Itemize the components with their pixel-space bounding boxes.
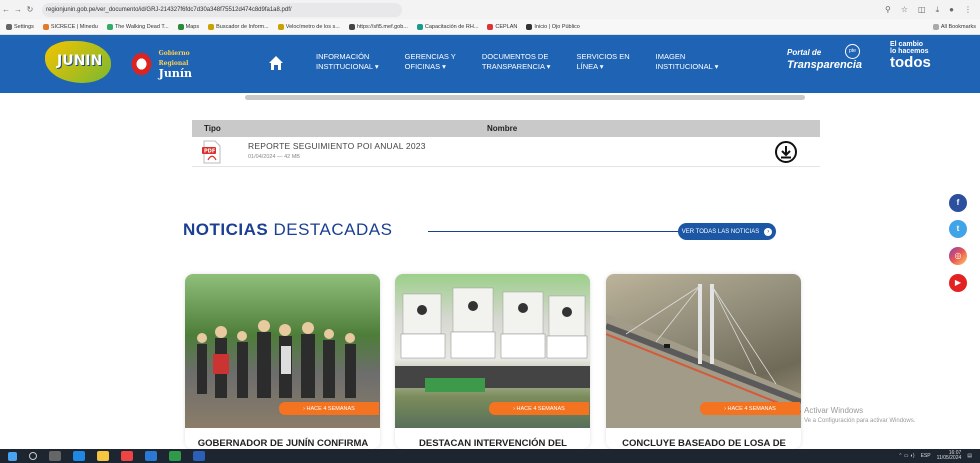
slogan: El cambio lo hacemos todos [890, 41, 931, 71]
download-icon[interactable] [774, 140, 798, 164]
url-text: regionjunin.gob.pe/ver_documento/id/GRJ-… [46, 6, 292, 13]
col-tipo: Tipo [204, 124, 221, 133]
reload-icon[interactable]: ↻ [24, 5, 36, 14]
arrow-right-icon: › [764, 227, 773, 236]
bookmark[interactable]: Inicio | Ojo Público [526, 23, 580, 30]
content-divider [245, 95, 805, 100]
instagram-icon[interactable]: ◎ [949, 247, 967, 265]
download-icon[interactable]: ⤓ [936, 5, 940, 15]
facebook-icon[interactable]: f [949, 194, 967, 212]
edge-icon[interactable] [73, 451, 85, 461]
home-icon[interactable] [268, 55, 284, 71]
time-badge: › HACE 4 SEMANAS [279, 402, 379, 415]
browser-actions: ⚲ ☆ ◫ ⤓ ● ⋮ [885, 5, 980, 15]
news-card[interactable]: › HACE 4 SEMANAS GOBERNADOR DE JUNÍN CON… [185, 274, 380, 449]
profile-icon[interactable]: ● [949, 5, 954, 15]
time-badge: › HACE 4 SEMANAS [489, 402, 589, 415]
document-meta: 01/04/2024 — 42 MB [248, 154, 300, 160]
site-header: JUNIN Gobierno Regional Junín INFORMACIÓ… [0, 35, 980, 93]
pdf-file-icon: PDF [202, 140, 221, 163]
notifications-icon[interactable]: ▤ [967, 453, 972, 459]
all-bookmarks[interactable]: All Bookmarks [932, 23, 980, 30]
bookmark[interactable]: CEPLAN [487, 23, 517, 30]
star-icon[interactable]: ☆ [901, 5, 908, 15]
table-header: Tipo Nombre [192, 120, 820, 137]
file-explorer-icon[interactable] [97, 451, 109, 461]
pte-badge-icon: pte [845, 44, 860, 59]
main-menu: INFORMACIÓN INSTITUCIONAL ▾ GERENCIAS Y OF… [316, 52, 744, 72]
svg-text:PDF: PDF [204, 148, 215, 154]
bookmarks-bar: Settings SICRECE | Minedu The Walking De… [0, 19, 980, 35]
junin-logo[interactable]: JUNIN [45, 41, 111, 83]
document-title[interactable]: REPORTE SEGUIMIENTO POI ANUAL 2023 [248, 141, 426, 151]
menu-icon[interactable]: ⋮ [964, 5, 972, 15]
bookmark[interactable]: SICRECE | Minedu [42, 23, 98, 30]
chrome-icon[interactable] [121, 451, 133, 461]
system-tray: ⌃ ▭ ◖) ESP 16:07 11/05/2024 ▤ [898, 451, 980, 461]
bookmark[interactable]: Settings [6, 23, 34, 30]
time-badge: › HACE 4 SEMANAS [700, 402, 800, 415]
news-card[interactable]: › HACE 4 SEMANAS CONCLUYE BASEADO DE LOS… [606, 274, 801, 449]
table-row[interactable]: PDF REPORTE SEGUIMIENTO POI ANUAL 2023 0… [192, 137, 820, 167]
task-view-icon[interactable] [49, 451, 61, 461]
address-bar[interactable]: regionjunin.gob.pe/ver_documento/id/GRJ-… [42, 2, 402, 17]
twitter-icon[interactable]: t [949, 220, 967, 238]
language-indicator[interactable]: ESP [921, 453, 931, 459]
news-title-line [428, 231, 678, 232]
news-card-title[interactable]: CONCLUYE BASEADO DE LOSA DE [612, 438, 796, 449]
menu-servicios-en-linea[interactable]: SERVICIOS EN LÍNEA ▾ [576, 52, 629, 72]
youtube-icon[interactable]: ▶ [949, 274, 967, 292]
bookmark[interactable]: Capacitación de RH... [416, 23, 478, 30]
tray-icons[interactable]: ⌃ ▭ ◖) [898, 453, 914, 459]
browser-toolbar: ← → ↻ regionjunin.gob.pe/ver_documento/i… [0, 0, 980, 19]
col-nombre: Nombre [487, 124, 518, 133]
view-all-news-button[interactable]: VER TODAS LAS NOTICIAS › [678, 223, 776, 240]
menu-imagen-institucional[interactable]: IMAGEN INSTITUCIONAL ▾ [656, 52, 719, 72]
bookmark[interactable]: https://sfi5.mef.gob... [348, 23, 408, 30]
menu-informacion-institucional[interactable]: INFORMACIÓN INSTITUCIONAL ▾ [316, 52, 379, 72]
windows-start-icon[interactable] [8, 451, 17, 461]
menu-documentos-transparencia[interactable]: DOCUMENTOS DE TRANSPARENCIA ▾ [482, 52, 551, 72]
bookmark[interactable]: Buscador de Inform... [208, 23, 269, 30]
menu-gerencias-oficinas[interactable]: GERENCIAS Y OFICINAS ▾ [405, 52, 456, 72]
extensions-icon[interactable]: ◫ [918, 5, 926, 15]
zoom-icon[interactable]: ⚲ [885, 5, 891, 15]
news-card-title[interactable]: DESTACAN INTERVENCIÓN DEL [401, 438, 585, 449]
clock[interactable]: 16:07 11/05/2024 [937, 451, 962, 461]
activate-windows-watermark: Activar Windows Ve a Configuración para … [804, 406, 916, 424]
gobierno-regional-logo[interactable]: Gobierno Regional Junín [130, 49, 218, 79]
bookmark[interactable]: Maps [177, 23, 199, 30]
news-section-title: NOTICIAS DESTACADAS [183, 220, 393, 239]
excel-icon[interactable] [169, 451, 181, 461]
search-icon[interactable] [29, 452, 37, 460]
documents-table: Tipo Nombre PDF REPORTE SEGUIMIENTO POI … [192, 120, 820, 167]
back-icon[interactable]: ← [0, 5, 12, 14]
screenshot: ← → ↻ regionjunin.gob.pe/ver_documento/i… [0, 0, 980, 463]
app-icon[interactable] [145, 451, 157, 461]
forward-icon[interactable]: → [12, 5, 24, 14]
news-card[interactable]: › HACE 4 SEMANAS DESTACAN INTERVENCIÓN D… [395, 274, 590, 449]
regional-emblem-icon [130, 51, 153, 77]
gob-name: Gobierno Regional Junín [158, 50, 193, 80]
news-card-title[interactable]: GOBERNADOR DE JUNÍN CONFIRMA [191, 438, 375, 449]
windows-taskbar: ⌃ ▭ ◖) ESP 16:07 11/05/2024 ▤ [0, 449, 980, 463]
word-icon[interactable] [193, 451, 205, 461]
bookmark[interactable]: Velocímetro de los s... [277, 23, 340, 30]
bookmark[interactable]: The Walking Dead T... [106, 23, 169, 30]
logo-text: JUNIN [57, 53, 103, 69]
